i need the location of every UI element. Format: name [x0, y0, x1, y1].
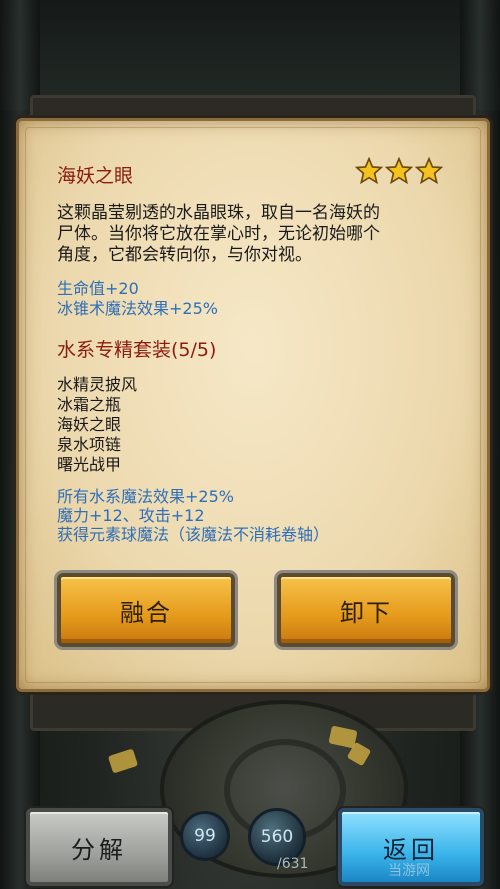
unequip-button[interactable]: 卸下 [277, 573, 455, 647]
exp-value: 560 [260, 827, 294, 847]
set-piece: 海妖之眼 [57, 415, 122, 434]
item-stat: 冰锥术魔法效果+25% [57, 299, 218, 318]
set-title: 水系专精套装(5/5) [57, 339, 217, 361]
set-piece-list: 水精灵披风 冰霜之瓶 海妖之眼 泉水项链 曙光战甲 [57, 375, 137, 475]
set-piece: 冰霜之瓶 [57, 395, 122, 414]
mana-value: 99 [194, 826, 216, 846]
item-detail-card: 海妖之眼 这颗晶莹剔透的水晶眼珠，取自一名海妖的 尸体。当你将它放在掌心时，无论… [16, 118, 490, 692]
set-piece: 水精灵披风 [57, 375, 138, 394]
exp-max-value: /631 [277, 856, 309, 872]
set-bonus-list: 所有水系魔法效果+25% 魔力+12、攻击+12 获得元素球魔法（该魔法不消耗卷… [57, 487, 329, 544]
watermark: 当游网 [388, 863, 430, 879]
set-bonus: 所有水系魔法效果+25% [57, 487, 234, 506]
item-name: 海妖之眼 [57, 165, 134, 187]
description-line: 这颗晶莹剔透的水晶眼珠，取自一名海妖的 [57, 203, 380, 223]
set-piece: 曙光战甲 [57, 455, 122, 474]
decompose-button[interactable]: 分解 [26, 808, 172, 886]
fuse-button-label: 融合 [120, 598, 172, 627]
decompose-button-label: 分解 [71, 835, 127, 864]
mana-orb: 99 [180, 811, 230, 861]
unequip-button-label: 卸下 [340, 598, 392, 627]
item-rarity-stars [355, 157, 443, 185]
star-icon [415, 157, 443, 185]
dungeon-wall [0, 0, 500, 110]
star-icon [355, 157, 383, 185]
star-icon [385, 157, 413, 185]
fuse-button[interactable]: 融合 [57, 573, 235, 647]
set-bonus: 获得元素球魔法（该魔法不消耗卷轴） [57, 525, 330, 544]
item-stat: 生命值+20 [57, 279, 139, 298]
item-description: 这颗晶莹剔透的水晶眼珠，取自一名海妖的 尸体。当你将它放在掌心时，无论初始哪个 … [57, 203, 457, 266]
set-piece: 泉水项链 [57, 435, 122, 454]
description-line: 尸体。当你将它放在掌心时，无论初始哪个 [57, 224, 380, 244]
rubble-decoration [107, 748, 139, 774]
description-line: 角度，它都会转向你，与你对视。 [57, 245, 312, 265]
set-bonus: 魔力+12、攻击+12 [57, 506, 205, 525]
